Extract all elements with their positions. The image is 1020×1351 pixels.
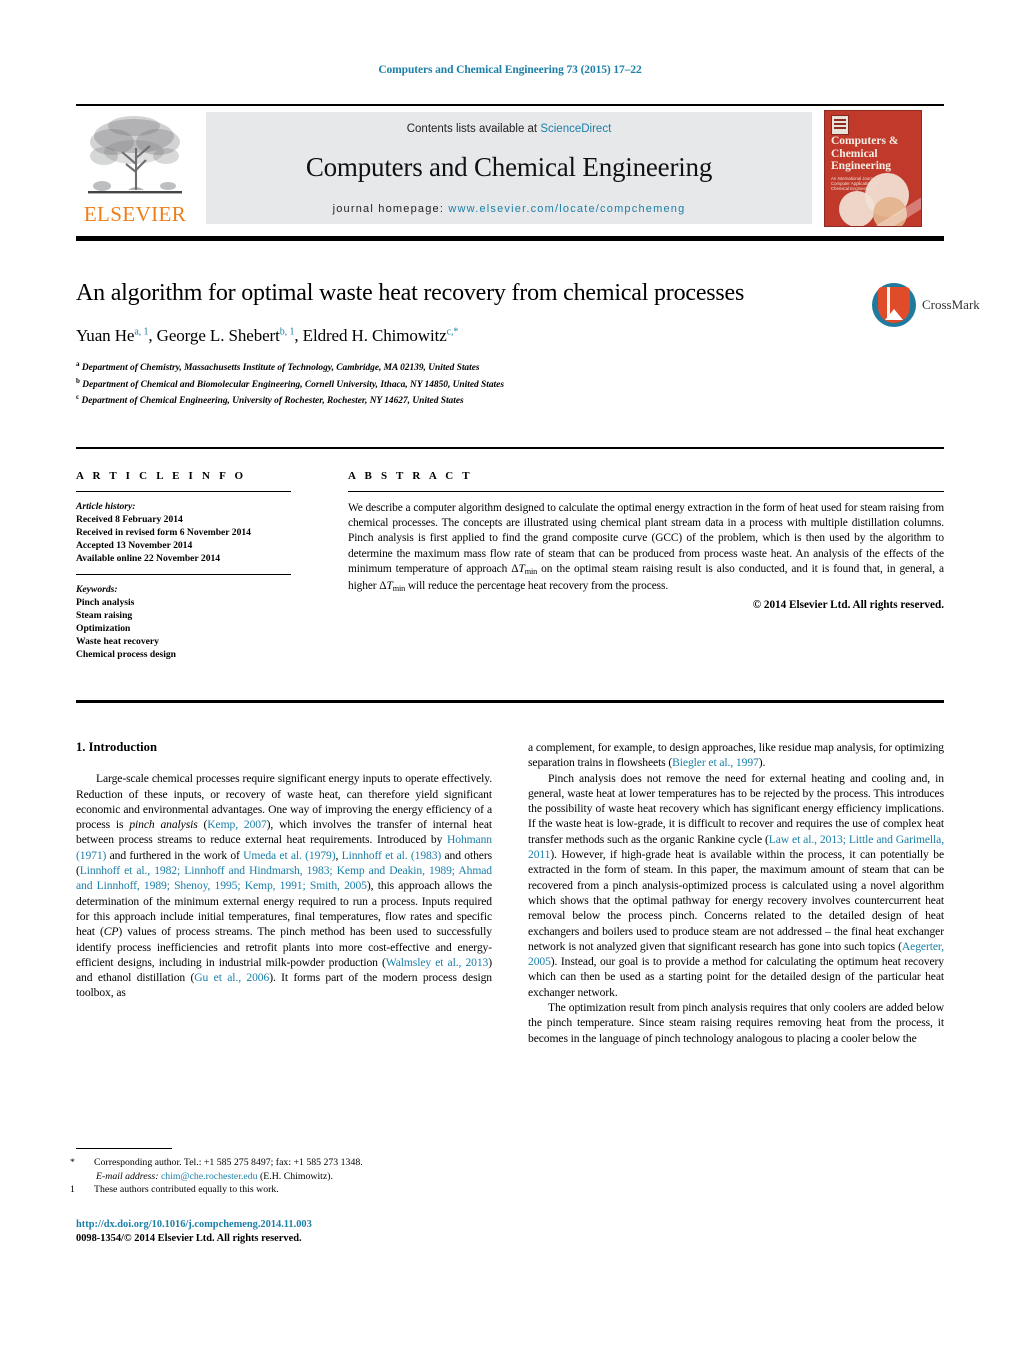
body-paragraph: Pinch analysis does not remove the need … (528, 771, 944, 999)
article-history-label: Article history: (76, 501, 136, 512)
cover-circle-decor (839, 191, 875, 226)
title-block: An algorithm for optimal waste heat reco… (76, 278, 836, 408)
footnote-mark: * (70, 1157, 75, 1168)
issn-copyright-line: 0098-1354/© 2014 Elsevier Ltd. All right… (76, 1233, 302, 1244)
info-top-rule (76, 447, 944, 449)
journal-title: Computers and Chemical Engineering (305, 152, 713, 182)
email-link[interactable]: chim@che.rochester.edu (161, 1171, 258, 1182)
homepage-label: journal homepage: (332, 203, 449, 215)
masthead-bottom-rule (76, 236, 944, 241)
section-heading-introduction: 1. Introduction (76, 740, 157, 754)
journal-masthead: ELSEVIER Contents lists available at Sci… (76, 110, 944, 227)
keyword-item: Chemical process design (76, 649, 177, 660)
footnote-corresponding-author: * Corresponding author. Tel.: +1 585 275 … (70, 1156, 496, 1170)
email-label: E-mail address: (96, 1170, 159, 1182)
doi-link[interactable]: http://dx.doi.org/10.1016/j.compchemeng.… (76, 1218, 516, 1232)
journal-homepage-link[interactable]: www.elsevier.com/locate/compchemeng (448, 203, 685, 215)
keywords-divider (76, 574, 291, 575)
abstract-divider (348, 491, 944, 492)
footnote-equal-contribution: 1 These authors contributed equally to th… (70, 1183, 496, 1197)
body-column-right: a complement, for example, to design app… (528, 740, 944, 1046)
footnote-text: These authors contributed equally to thi… (94, 1184, 279, 1196)
body-column-left: 1. Introduction Large-scale chemical pro… (76, 740, 492, 1001)
keyword-item: Pinch analysis (76, 597, 135, 608)
abstract-copyright: © 2014 Elsevier Ltd. All rights reserved… (752, 599, 944, 612)
article-history-item: Accepted 13 November 2014 (76, 540, 193, 551)
article-info-block: A R T I C L E I N F O Article history: R… (76, 470, 291, 661)
affiliation-item: b Department of Chemical and Biomolecula… (76, 375, 836, 392)
crossmark-badge[interactable]: CrossMark (872, 283, 980, 331)
keyword-item: Optimization (76, 623, 131, 634)
body-paragraph: The optimization result from pinch analy… (528, 1001, 944, 1045)
journal-article-page: Computers and Chemical Engineering 73 (2… (0, 0, 1020, 1351)
keywords-block: Keywords: Pinch analysis Steam raising O… (76, 583, 291, 661)
body-paragraph: Large-scale chemical processes require s… (76, 772, 493, 1000)
affiliation-mark: a (76, 360, 80, 368)
doi-block: http://dx.doi.org/10.1016/j.compchemeng.… (76, 1218, 516, 1246)
affiliation-mark: b (76, 376, 80, 385)
affiliation-text: Department of Chemical and Biomolecular … (82, 379, 504, 390)
affiliation-text: Department of Chemistry, Massachusetts I… (81, 363, 480, 374)
keyword-item: Waste heat recovery (76, 636, 159, 647)
sciencedirect-link[interactable]: ScienceDirect (540, 123, 611, 135)
page-title: An algorithm for optimal waste heat reco… (76, 280, 745, 306)
article-history: Article history: Received 8 February 201… (76, 500, 291, 565)
affiliation-item: c Department of Chemical Engineering, Un… (76, 391, 836, 408)
email-owner: (E.H. Chimowitz). (260, 1170, 333, 1182)
journal-header-band: Contents lists available at ScienceDirec… (206, 112, 812, 224)
article-history-item: Available online 22 November 2014 (76, 553, 221, 564)
affiliation-text: Department of Chemical Engineering, Univ… (81, 396, 464, 407)
elsevier-tree-icon (88, 116, 182, 194)
article-info-divider (76, 491, 291, 492)
affiliation-mark: c (76, 393, 80, 402)
footnote-text: Corresponding author. Tel.: +1 585 275 8… (94, 1157, 363, 1168)
contents-line: Contents lists available at ScienceDirec… (206, 112, 812, 135)
crossmark-label: CrossMark (922, 297, 980, 312)
footnotes-block: * Corresponding author. Tel.: +1 585 275 … (70, 1156, 496, 1197)
journal-cover-thumbnail: Computers & Chemical Engineering An Inte… (824, 110, 922, 227)
cover-title-text: Computers & Chemical Engineering (831, 135, 899, 172)
contents-prefix: Contents lists available at (406, 123, 541, 135)
abstract-block: A B S T R A C T We describe a computer a… (348, 470, 944, 611)
article-info-heading: A R T I C L E I N F O (76, 470, 247, 482)
crossmark-icon (872, 283, 916, 327)
article-history-item: Received in revised form 6 November 2014 (76, 527, 251, 538)
affiliation-item: a Department of Chemistry, Massachusetts… (76, 358, 836, 375)
cover-badge-icon (831, 115, 849, 135)
elsevier-wordmark: ELSEVIER (83, 202, 187, 226)
abstract-text: We describe a computer algorithm designe… (348, 502, 944, 594)
masthead-top-rule (76, 104, 944, 106)
running-head: Computers and Chemical Engineering 73 (2… (378, 64, 642, 76)
body-paragraph: a complement, for example, to design app… (528, 741, 944, 770)
abstract-heading: A B S T R A C T (348, 470, 473, 482)
affiliation-list: a Department of Chemistry, Massachusetts… (76, 358, 836, 408)
keyword-item: Steam raising (76, 610, 133, 621)
cover-subtitle-text: An International Journal of Computer App… (831, 176, 882, 192)
crossmark-arrow-icon (885, 309, 903, 320)
keywords-label: Keywords: (76, 584, 118, 595)
elsevier-logo: ELSEVIER (76, 110, 194, 226)
info-bottom-rule (76, 700, 944, 703)
author-list: Yuan Hea, 1, George L. Shebertb, 1, Eldr… (76, 326, 459, 345)
footnote-rule (76, 1148, 172, 1150)
article-history-item: Received 8 February 2014 (76, 514, 183, 525)
journal-homepage-line: journal homepage: www.elsevier.com/locat… (206, 203, 812, 215)
footnote-mark: 1 (70, 1184, 75, 1196)
footnote-email-row: E-mail address: chim@che.rochester.edu (… (76, 1170, 496, 1184)
